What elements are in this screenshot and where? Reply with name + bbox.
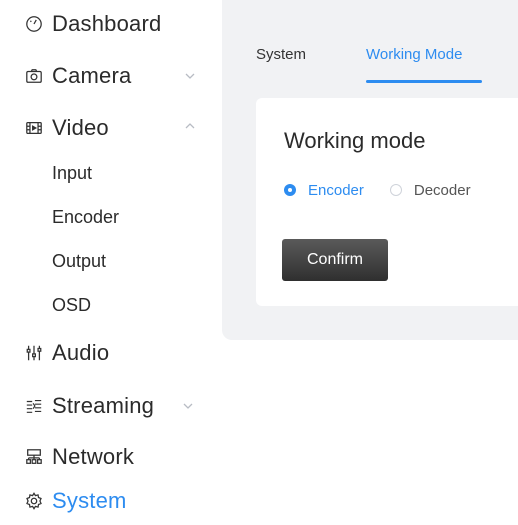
sidebar-item-streaming[interactable]: Streaming	[24, 390, 154, 422]
sidebar: Dashboard Camera Video Input Encoder Out…	[0, 0, 222, 525]
sidebar-subitem-input[interactable]: Input	[52, 159, 92, 187]
dashboard-gauge-icon	[24, 14, 44, 34]
streaming-icon	[24, 396, 44, 416]
video-film-icon	[24, 118, 44, 138]
sidebar-item-audio[interactable]: Audio	[24, 337, 109, 369]
audio-mixer-icon	[24, 343, 44, 363]
system-gear-icon	[24, 491, 44, 511]
card-title: Working mode	[284, 128, 426, 153]
sidebar-item-label: Streaming	[52, 393, 155, 418]
chevron-down-icon[interactable]	[182, 400, 194, 412]
sidebar-item-label: Camera	[52, 63, 132, 88]
sidebar-item-label: Audio	[52, 340, 110, 365]
sidebar-item-label: Network	[52, 444, 135, 469]
radio-checked-icon[interactable]	[284, 184, 296, 196]
sidebar-subitem-osd[interactable]: OSD	[52, 291, 91, 319]
sidebar-item-network[interactable]: Network	[24, 441, 134, 473]
active-tab-indicator	[366, 80, 482, 83]
app-root: Dashboard Camera Video Input Encoder Out…	[0, 0, 518, 525]
sidebar-subitem-output[interactable]: Output	[52, 247, 106, 275]
radio-label: Encoder	[308, 181, 364, 199]
radio-label: Decoder	[413, 181, 471, 199]
tab-working-mode[interactable]: Working Mode	[366, 46, 462, 63]
sidebar-item-label: System	[52, 488, 127, 513]
sidebar-subitem-encoder[interactable]: Encoder	[52, 203, 119, 231]
confirm-button[interactable]: Confirm	[282, 239, 388, 281]
chevron-down-icon[interactable]	[184, 70, 196, 82]
sidebar-item-video[interactable]: Video	[24, 112, 109, 144]
working-mode-card: Working mode Encoder Decoder Confirm	[256, 98, 518, 306]
sidebar-item-label: Dashboard	[52, 11, 162, 36]
sidebar-item-label: Video	[52, 115, 109, 140]
working-mode-radio-group: Encoder Decoder	[284, 180, 497, 200]
chevron-up-icon[interactable]	[184, 120, 196, 132]
radio-unchecked-icon[interactable]	[389, 184, 402, 196]
sidebar-item-system[interactable]: System	[24, 485, 127, 517]
tab-system[interactable]: System	[256, 46, 306, 63]
camera-icon	[24, 66, 44, 86]
sidebar-item-camera[interactable]: Camera	[24, 60, 131, 92]
sidebar-item-dashboard[interactable]: Dashboard	[24, 8, 161, 40]
radio-encoder[interactable]: Encoder	[284, 182, 364, 199]
radio-decoder[interactable]: Decoder	[389, 181, 471, 199]
network-icon	[24, 447, 44, 467]
tab-bar: System Working Mode	[222, 0, 518, 88]
